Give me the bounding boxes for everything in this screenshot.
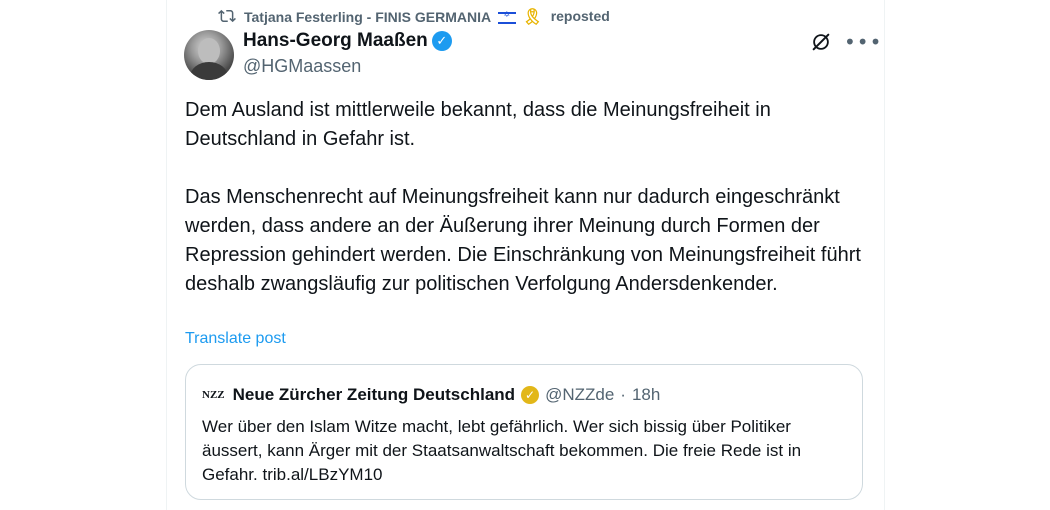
repost-label: reposted bbox=[550, 8, 610, 24]
verified-organization-badge-icon[interactable]: ✓ bbox=[521, 386, 540, 404]
repost-context[interactable]: Tatjana Festerling - FINIS GERMANIA 🎗 re… bbox=[218, 6, 610, 26]
author-handle[interactable]: @HGMaassen bbox=[243, 56, 361, 77]
dot-separator: · bbox=[620, 385, 626, 404]
post-text: Dem Ausland ist mittlerweile bekannt, da… bbox=[185, 96, 865, 299]
reposter-name-text: Tatjana Festerling - FINIS GERMANIA bbox=[244, 8, 491, 25]
author-name-text: Hans-Georg Maaßen bbox=[243, 30, 428, 51]
quoted-post-header: NZZ Neue Zürcher Zeitung Deutschland ✓ @… bbox=[202, 385, 660, 405]
quoted-post-time[interactable]: 18h bbox=[632, 385, 660, 405]
yellow-ribbon-icon: 🎗 bbox=[522, 6, 543, 26]
nzz-logo[interactable]: NZZ bbox=[202, 389, 225, 401]
post[interactable]: Tatjana Festerling - FINIS GERMANIA 🎗 re… bbox=[166, 0, 884, 510]
post-paragraph: Dem Ausland ist mittlerweile bekannt, da… bbox=[185, 99, 771, 150]
post-paragraph: Das Menschenrecht auf Meinungsfreiheit k… bbox=[185, 186, 861, 295]
verified-badge-icon[interactable]: ✓ bbox=[431, 31, 452, 51]
repost-icon bbox=[218, 9, 236, 23]
quoted-author-name[interactable]: Neue Zürcher Zeitung Deutschland bbox=[233, 385, 515, 405]
israel-flag-icon bbox=[498, 10, 517, 24]
reposter-name[interactable]: Tatjana Festerling - FINIS GERMANIA 🎗 bbox=[244, 7, 543, 26]
author-avatar[interactable] bbox=[184, 30, 234, 80]
column-border-right bbox=[884, 0, 885, 510]
quoted-post[interactable]: NZZ Neue Zürcher Zeitung Deutschland ✓ @… bbox=[185, 364, 863, 500]
more-icon[interactable]: ••• bbox=[844, 30, 882, 54]
quoted-post-text: Wer über den Islam Witze macht, lebt gef… bbox=[202, 417, 802, 484]
quoted-author-handle[interactable]: @NZZde bbox=[545, 385, 614, 405]
translate-post-link[interactable]: Translate post bbox=[185, 330, 286, 348]
author-name[interactable]: Hans-Georg Maaßen ✓ bbox=[243, 30, 452, 52]
grok-icon[interactable] bbox=[810, 31, 832, 53]
